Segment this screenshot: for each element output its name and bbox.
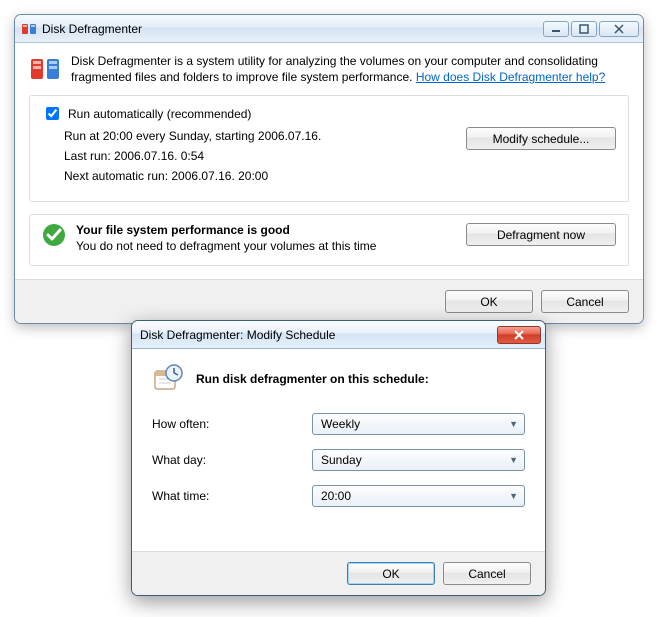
maximize-icon <box>579 24 589 34</box>
dialog-button-bar: OK Cancel <box>132 551 545 595</box>
how-often-label: How often: <box>152 417 312 431</box>
defragment-now-button[interactable]: Defragment now <box>466 223 616 246</box>
dialog-titlebar[interactable]: Disk Defragmenter: Modify Schedule <box>132 321 545 349</box>
status-row: Your file system performance is good You… <box>42 223 616 253</box>
calendar-clock-icon <box>152 363 184 395</box>
dialog-close-button[interactable] <box>497 326 541 344</box>
how-often-value: Weekly <box>321 417 360 431</box>
modify-schedule-button[interactable]: Modify schedule... <box>466 127 616 150</box>
dialog-title: Disk Defragmenter: Modify Schedule <box>140 328 497 342</box>
how-often-field: How often: Weekly ▼ <box>152 413 525 435</box>
dialog-heading: Run disk defragmenter on this schedule: <box>196 372 429 386</box>
what-day-dropdown[interactable]: Sunday ▼ <box>312 449 525 471</box>
dialog-heading-row: Run disk defragmenter on this schedule: <box>152 363 525 395</box>
run-auto-checkbox[interactable] <box>46 107 59 120</box>
cancel-button[interactable]: Cancel <box>541 290 629 313</box>
ok-check-icon <box>42 223 66 247</box>
status-text: Your file system performance is good You… <box>76 223 376 253</box>
ok-button[interactable]: OK <box>445 290 533 313</box>
main-button-bar: OK Cancel <box>15 279 643 323</box>
what-day-value: Sunday <box>321 453 362 467</box>
defrag-large-icon <box>29 53 61 85</box>
run-auto-row: Run automatically (recommended) <box>42 104 616 123</box>
dialog-client: Run disk defragmenter on this schedule: … <box>132 349 545 507</box>
window-title: Disk Defragmenter <box>42 22 543 36</box>
status-subtitle: You do not need to defragment your volum… <box>76 239 376 253</box>
next-run-line: Next automatic run: 2006.07.16. 20:00 <box>64 169 616 183</box>
what-time-value: 20:00 <box>321 489 351 503</box>
dialog-cancel-button[interactable]: Cancel <box>443 562 531 585</box>
minimize-icon <box>551 24 561 34</box>
what-time-field: What time: 20:00 ▼ <box>152 485 525 507</box>
run-auto-label: Run automatically (recommended) <box>68 107 251 121</box>
intro-text: Disk Defragmenter is a system utility fo… <box>71 53 629 85</box>
last-run-line: Last run: 2006.07.16. 0:54 <box>64 149 616 163</box>
status-group: Your file system performance is good You… <box>29 214 629 266</box>
what-time-label: What time: <box>152 489 312 503</box>
dialog-ok-button[interactable]: OK <box>347 562 435 585</box>
window-controls <box>543 21 639 37</box>
chevron-down-icon: ▼ <box>509 419 518 429</box>
what-time-dropdown[interactable]: 20:00 ▼ <box>312 485 525 507</box>
maximize-button[interactable] <box>571 21 597 37</box>
schedule-details: Modify schedule... Run at 20:00 every Su… <box>42 129 616 183</box>
what-day-label: What day: <box>152 453 312 467</box>
close-icon <box>613 24 625 34</box>
intro-block: Disk Defragmenter is a system utility fo… <box>29 53 629 85</box>
status-title: Your file system performance is good <box>76 223 376 237</box>
defrag-icon <box>21 21 37 37</box>
schedule-group: Run automatically (recommended) Modify s… <box>29 95 629 202</box>
modify-schedule-dialog: Disk Defragmenter: Modify Schedule Run d… <box>131 320 546 596</box>
close-button[interactable] <box>599 21 639 37</box>
help-link[interactable]: How does Disk Defragmenter help? <box>416 70 605 84</box>
how-often-dropdown[interactable]: Weekly ▼ <box>312 413 525 435</box>
client-area: Disk Defragmenter is a system utility fo… <box>15 43 643 266</box>
close-icon <box>513 330 525 340</box>
chevron-down-icon: ▼ <box>509 491 518 501</box>
disk-defragmenter-window: Disk Defragmenter Disk Def <box>14 14 644 324</box>
titlebar[interactable]: Disk Defragmenter <box>15 15 643 43</box>
what-day-field: What day: Sunday ▼ <box>152 449 525 471</box>
chevron-down-icon: ▼ <box>509 455 518 465</box>
minimize-button[interactable] <box>543 21 569 37</box>
